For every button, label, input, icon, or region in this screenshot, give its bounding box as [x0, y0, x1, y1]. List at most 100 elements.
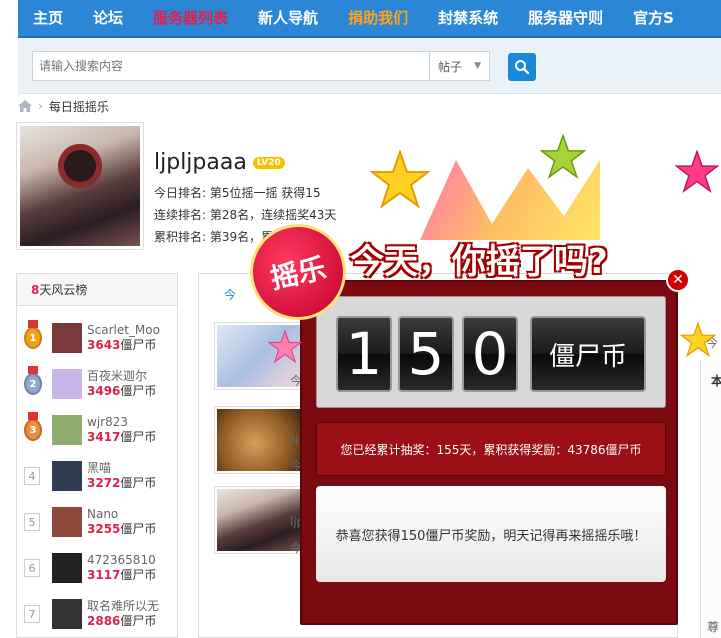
counter-digit: 0: [462, 316, 518, 392]
rank-coins: 3417僵尸币: [87, 430, 156, 445]
rank-info: 472365810 3117僵尸币: [87, 553, 156, 583]
rank-coin-unit: 僵尸币: [120, 568, 157, 582]
rank-row[interactable]: 6 472365810 3117僵尸币: [24, 548, 174, 588]
rank-info: 黑喵 3272僵尸币: [87, 461, 156, 491]
rank-coin-value: 3417: [87, 430, 121, 444]
rank-coin-unit: 僵尸币: [120, 614, 157, 628]
star-decoration: [680, 322, 716, 358]
rank-row[interactable]: 4 黑喵 3272僵尸币: [24, 456, 174, 496]
rank-avatar[interactable]: [52, 461, 82, 491]
right-heading: 本: [711, 374, 721, 388]
counter-digit: 1: [336, 316, 392, 392]
wind-ranking-title: 8天风云榜: [17, 274, 177, 306]
streak-rank: 连续排名: 第28名，连续摇奖43天: [154, 208, 337, 222]
rank-info: Nano 3255僵尸币: [87, 507, 156, 537]
rank-coin-value: 3117: [87, 568, 121, 582]
rank-coins: 3272僵尸币: [87, 476, 156, 491]
close-icon: ✕: [672, 272, 684, 288]
main-nav: 主页 论坛 服务器列表 新人导航 捐助我们 封禁系统 服务器守则 官方S: [18, 0, 721, 38]
rank-avatar[interactable]: [52, 553, 82, 583]
rank-coin-unit: 僵尸币: [120, 384, 157, 398]
user-name-row: ljpljpaaa LV20: [154, 150, 285, 175]
popup-message: 恭喜您获得150僵尸币奖励，明天记得再来摇摇乐哦！: [316, 486, 666, 582]
medal-icon: 3: [24, 412, 42, 441]
rank-coin-value: 3643: [87, 338, 121, 352]
rank-name[interactable]: wjr823: [87, 415, 156, 430]
home-icon[interactable]: [18, 100, 32, 112]
rank-number: 5: [24, 513, 40, 531]
feed-image: [217, 489, 301, 551]
avatar-image: [20, 126, 140, 246]
search-type-select[interactable]: 帖子 ▼: [429, 52, 489, 80]
rank-info: wjr823 3417僵尸币: [87, 415, 156, 445]
tab-today[interactable]: 今: [224, 286, 236, 303]
rank-coin-unit: 僵尸币: [120, 476, 157, 490]
rank-avatar[interactable]: [52, 599, 82, 629]
search-button[interactable]: [508, 53, 536, 81]
star-decoration: [540, 134, 586, 179]
level-badge: LV20: [252, 156, 285, 169]
rank-name[interactable]: Scarlet_Moo: [87, 323, 160, 338]
rank-coins: 3496僵尸币: [87, 384, 156, 399]
today-rank: 今日排名: 第5位摇一摇 获得15: [154, 186, 321, 200]
search-box: 帖子 ▼: [32, 51, 490, 81]
chevron-down-icon: ▼: [474, 61, 481, 71]
nav-item-server-list[interactable]: 服务器列表: [138, 0, 243, 36]
rank-number: 7: [24, 605, 40, 623]
nav-item-newbie-guide[interactable]: 新人导航: [243, 0, 333, 36]
nav-item-official[interactable]: 官方S: [618, 0, 689, 36]
rank-coin-value: 2886: [87, 614, 121, 628]
nav-item-donate[interactable]: 捐助我们: [333, 0, 423, 36]
rank-coins: 2886僵尸币: [87, 614, 159, 629]
rank-avatar[interactable]: [52, 323, 82, 353]
rank-coin-unit: 僵尸币: [120, 338, 157, 352]
search-icon: [515, 60, 530, 75]
search-band: 帖子 ▼: [18, 38, 721, 94]
nav-item-ban-system[interactable]: 封禁系统: [423, 0, 513, 36]
star-decoration: [675, 150, 719, 193]
rank-name[interactable]: 取名难所以无: [87, 599, 159, 614]
rank-row[interactable]: 2 百夜米迦尔 3496僵尸币: [24, 364, 174, 404]
feed-image: [217, 409, 301, 471]
rank-coins: 3117僵尸币: [87, 568, 156, 583]
rank-coin-unit: 僵尸币: [120, 430, 157, 444]
breadcrumb: › 每日摇摇乐: [18, 98, 109, 114]
rank-name[interactable]: 黑喵: [87, 461, 156, 476]
rank-number: 6: [24, 559, 40, 577]
nav-item-home[interactable]: 主页: [18, 0, 78, 36]
nav-item-server-rules[interactable]: 服务器守则: [513, 0, 618, 36]
chevron-right-icon: ›: [38, 99, 43, 113]
popup-banner: 摇乐 今天，你摇了吗?: [241, 215, 660, 329]
popup-summary: 您已经累计抽奖：155天，累积获得奖励：43786僵尸币: [316, 422, 666, 476]
rank-coins: 3643僵尸币: [87, 338, 160, 353]
rank-name[interactable]: 472365810: [87, 553, 156, 568]
rank-coin-unit: 僵尸币: [120, 522, 157, 536]
user-avatar[interactable]: [16, 122, 144, 250]
rank-row[interactable]: 3 wjr823 3417僵尸币: [24, 410, 174, 450]
rank-row[interactable]: 1 Scarlet_Moo 3643僵尸币: [24, 318, 174, 358]
rank-avatar[interactable]: [52, 507, 82, 537]
counter-unit: 僵尸币: [530, 316, 646, 392]
rank-avatar[interactable]: [52, 369, 82, 399]
rank-avatar[interactable]: [52, 415, 82, 445]
rank-coins: 3255僵尸币: [87, 522, 156, 537]
close-button[interactable]: ✕: [666, 268, 690, 292]
counter-digit: 5: [398, 316, 454, 392]
medal-icon: 2: [24, 366, 42, 395]
wind-title-rest: 天风云榜: [39, 283, 88, 297]
rank-name[interactable]: 百夜米迦尔: [87, 369, 156, 384]
medal-icon: 1: [24, 320, 42, 349]
rank-coin-value: 3255: [87, 522, 121, 536]
rank-row[interactable]: 5 Nano 3255僵尸币: [24, 502, 174, 542]
rank-info: 取名难所以无 2886僵尸币: [87, 599, 159, 629]
banner-title: 今天，你摇了吗?: [350, 242, 608, 282]
rank-info: 百夜米迦尔 3496僵尸币: [87, 369, 156, 399]
search-input[interactable]: [33, 52, 429, 80]
search-type-label: 帖子: [438, 59, 463, 74]
rank-name[interactable]: Nano: [87, 507, 156, 522]
rank-number: 4: [24, 467, 40, 485]
rank-row[interactable]: 7 取名难所以无 2886僵尸币: [24, 594, 174, 634]
nav-item-forum[interactable]: 论坛: [78, 0, 138, 36]
breadcrumb-current: 每日摇摇乐: [48, 99, 109, 114]
user-name: ljpljpaaa: [154, 150, 247, 175]
